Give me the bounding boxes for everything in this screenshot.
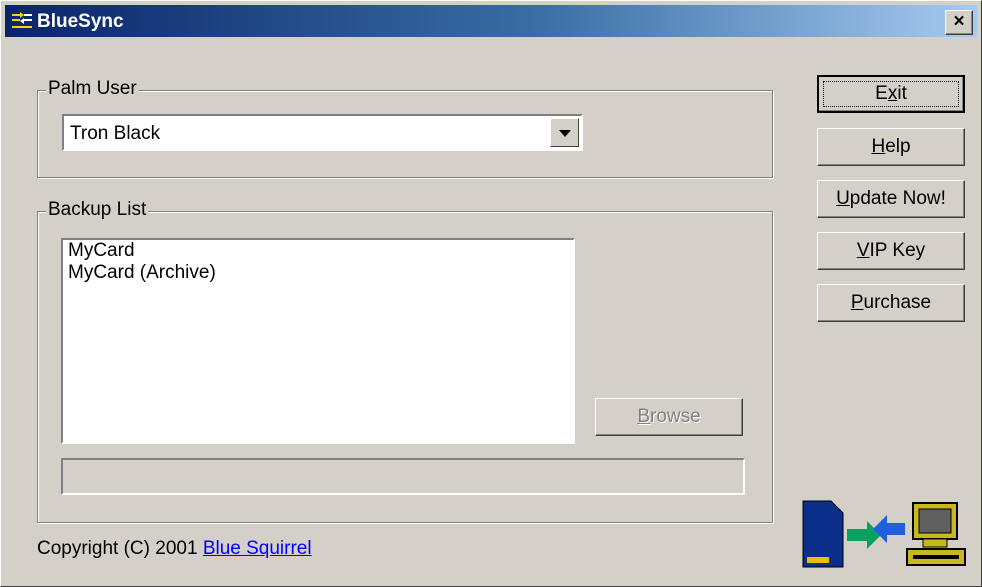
focus-rectangle — [823, 81, 959, 107]
title-bar[interactable]: BlueSync × — [5, 5, 977, 37]
close-icon: × — [953, 11, 965, 32]
chevron-down-icon[interactable] — [550, 118, 579, 147]
backup-listbox[interactable]: MyCard MyCard (Archive) — [61, 238, 575, 444]
vip-key-button[interactable]: VIP Key — [817, 232, 965, 270]
bluesync-window: BlueSync × Palm User Tron Black Backup L… — [0, 0, 982, 587]
palm-user-legend: Palm User — [46, 78, 139, 100]
exit-button[interactable]: Exit — [817, 75, 965, 113]
close-button[interactable]: × — [945, 10, 973, 35]
bluesync-app-icon — [12, 12, 32, 28]
status-progress-bar — [61, 458, 745, 495]
list-item[interactable]: MyCard (Archive) — [63, 262, 573, 284]
card-sync-computer-icon — [802, 500, 966, 568]
blue-squirrel-link[interactable]: Blue Squirrel — [203, 538, 312, 559]
browse-button[interactable]: Browse — [595, 398, 743, 436]
window-title: BlueSync — [37, 11, 124, 32]
update-now-button[interactable]: Update Now! — [817, 180, 965, 218]
list-item[interactable]: MyCard — [63, 240, 573, 262]
copyright-text: Copyright (C) 2001 — [37, 538, 198, 559]
help-button[interactable]: Help — [817, 128, 965, 166]
purchase-button[interactable]: Purchase — [817, 284, 965, 322]
backup-list-legend: Backup List — [46, 199, 149, 221]
palm-user-select[interactable]: Tron Black — [62, 114, 583, 151]
footer-copyright: Copyright (C) 2001 Blue Squirrel — [37, 538, 312, 560]
palm-user-value: Tron Black — [70, 123, 161, 144]
